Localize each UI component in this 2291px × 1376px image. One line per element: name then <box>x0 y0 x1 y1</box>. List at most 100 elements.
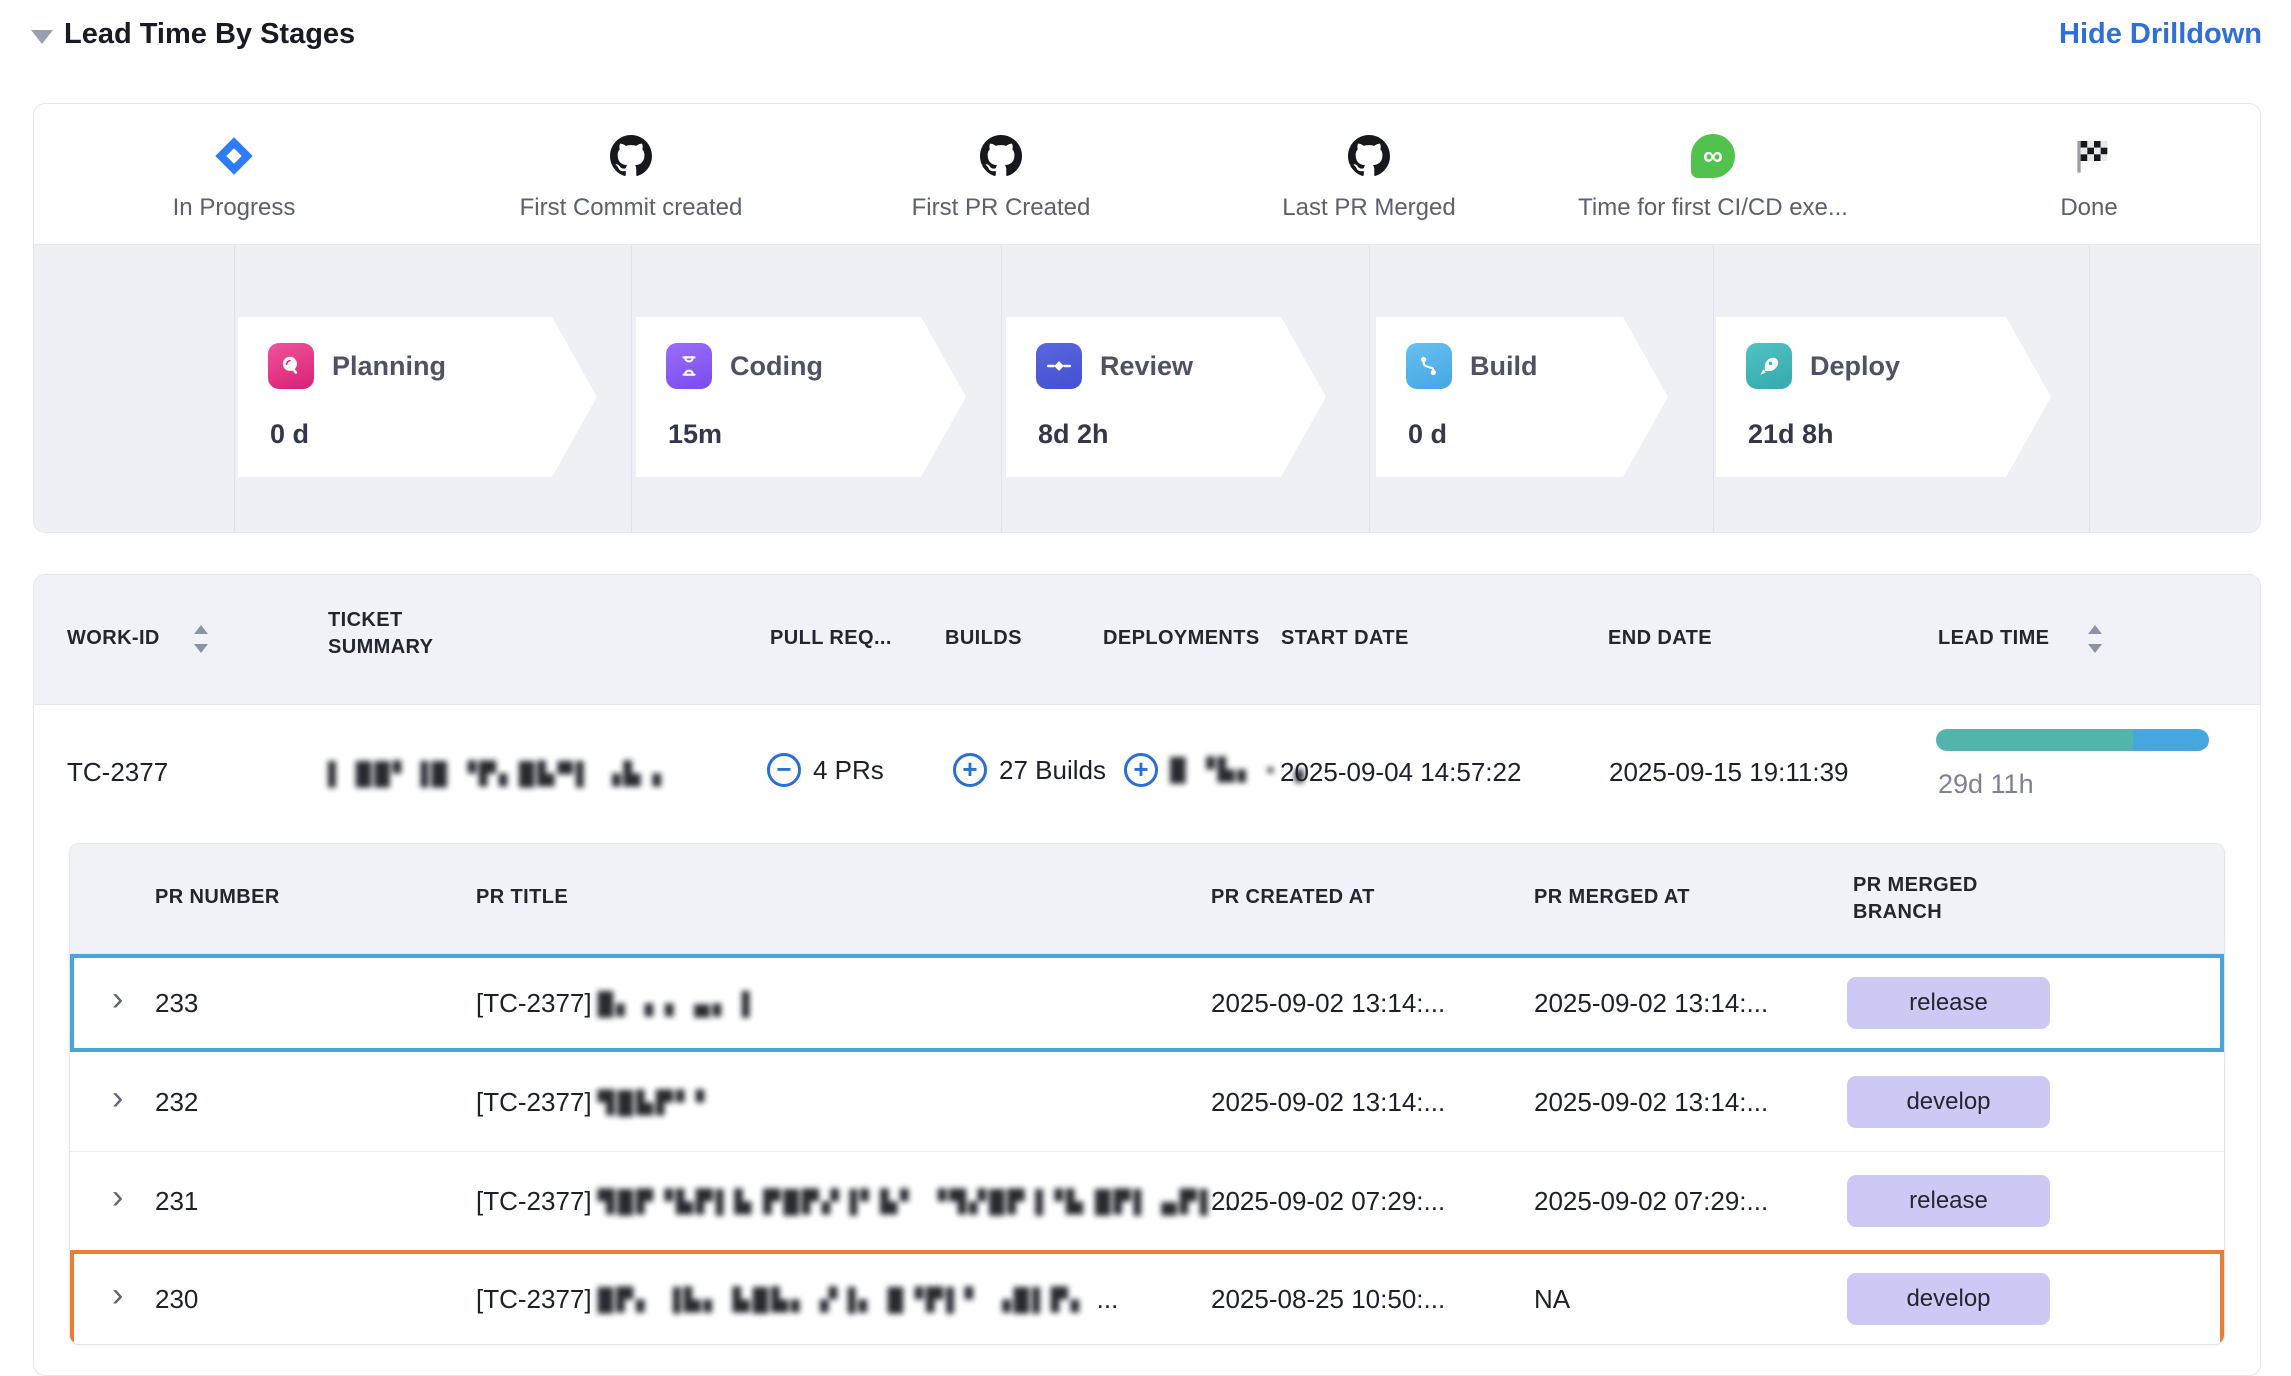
lead-time-bar-teal-segment <box>1936 729 2133 751</box>
chevron-right-icon[interactable] <box>112 982 123 1016</box>
pr-created-at: 2025-08-25 10:50:... <box>1211 1284 1445 1315</box>
pr-row-233[interactable]: 233 [TC-2377] █▖▗ ▖ ▄▖ ▌ 2025-09-02 13:1… <box>70 954 2224 1052</box>
pull-requests-count: 4 PRs <box>813 755 884 786</box>
pr-title-prefix: [TC-2377] <box>476 1087 592 1118</box>
pr-merged-at: NA <box>1534 1284 1570 1315</box>
sort-lead-time-button[interactable] <box>2086 625 2104 653</box>
pr-title-redacted: █▛▖ ▐▙▖ ▙█▙▖ ▞▐▖ █▝▛▌▘ ▗█▌▛▖ <box>598 1287 1091 1313</box>
pr-title: [TC-2377] ▜█▛▝▙▛▌▙ ▛█▛▞▐▘▙▘ ▝▜▞█▛▐▝▙ █▛▌… <box>476 1186 1246 1217</box>
stage-divider <box>631 245 632 532</box>
stage-name: Planning <box>332 351 446 382</box>
planning-icon <box>268 343 314 389</box>
pr-merged-at: 2025-09-02 13:14:... <box>1534 1087 1768 1118</box>
pipeline-icon <box>1406 343 1452 389</box>
branch-badge: release <box>1847 1175 2050 1227</box>
pr-title: [TC-2377] ▜█▙▛▘▘ <box>476 1087 722 1118</box>
jira-status-icon <box>54 132 414 180</box>
milestone-cicd: Time for first CI/CD exe... <box>1533 132 1893 222</box>
pr-merged-at: 2025-09-02 07:29:... <box>1534 1186 1768 1217</box>
chevron-right-icon[interactable] <box>112 1180 123 1214</box>
col-end-date: END DATE <box>1608 627 1712 650</box>
work-table-header: WORK-ID TICKET SUMMARY PULL REQ... BUILD… <box>34 575 2260 705</box>
github-icon <box>1189 132 1549 180</box>
end-date-value: 2025-09-15 19:11:39 <box>1609 757 1849 788</box>
lead-time-drilldown-page: Lead Time By Stages Hide Drilldown In Pr… <box>0 0 2291 1376</box>
chevron-right-icon[interactable] <box>112 1278 123 1312</box>
col-pr-title: PR TITLE <box>476 886 568 909</box>
github-icon <box>821 132 1181 180</box>
col-lead-time: LEAD TIME <box>1938 627 2049 650</box>
stage-card-coding: Coding 15m <box>636 317 966 477</box>
stage-name: Build <box>1470 351 1538 382</box>
lead-time-bar <box>1936 729 2209 751</box>
col-pr-merged-at: PR MERGED AT <box>1534 886 1690 909</box>
lead-time-bar-blue-segment <box>2133 729 2209 751</box>
pr-number: 232 <box>155 1087 198 1118</box>
stage-card-build: Build 0 d <box>1376 317 1668 477</box>
collapse-triangle-icon[interactable] <box>31 30 53 44</box>
milestone-first-pr: First PR Created <box>821 132 1181 222</box>
pr-title-redacted: ▜█▙▛▘▘ <box>598 1090 716 1116</box>
stage-band: Planning 0 d Coding 15m Revi <box>34 244 2260 532</box>
github-icon <box>451 132 811 180</box>
collapse-prs-button[interactable] <box>767 753 801 787</box>
milestone-done: Done <box>1909 132 2261 222</box>
milestone-label: Time for first CI/CD exe... <box>1533 194 1893 222</box>
pull-requests-cell: 4 PRs <box>767 753 884 787</box>
pr-row-230[interactable]: 230 [TC-2377] █▛▖ ▐▙▖ ▙█▙▖ ▞▐▖ █▝▛▌▘ ▗█▌… <box>70 1250 2224 1345</box>
stage-name: Coding <box>730 351 823 382</box>
milestone-label: First PR Created <box>821 194 1181 222</box>
expand-builds-button[interactable] <box>953 753 987 787</box>
stage-duration: 21d 8h <box>1748 419 1834 450</box>
col-pr-merged-branch: PR MERGED BRANCH <box>1853 872 1993 926</box>
stage-duration: 8d 2h <box>1038 419 1109 450</box>
stage-divider <box>2089 245 2090 532</box>
work-item-row[interactable]: TC-2377 ▌ ██▘▐█ ▝▛▖█▙▀▌ ▗▙ ▖ 4 PRs 27 Bu… <box>34 705 2260 823</box>
col-deployments: DEPLOYMENTS <box>1103 627 1260 650</box>
milestone-label: Done <box>1909 194 2261 222</box>
pr-number: 233 <box>155 988 198 1019</box>
chevron-right-icon[interactable] <box>112 1081 123 1115</box>
pr-row-231[interactable]: 231 [TC-2377] ▜█▛▝▙▛▌▙ ▛█▛▞▐▘▙▘ ▝▜▞█▛▐▝▙… <box>70 1152 2224 1250</box>
pr-created-at: 2025-09-02 13:14:... <box>1211 988 1445 1019</box>
page-title: Lead Time By Stages <box>64 18 355 51</box>
stage-duration: 15m <box>668 419 722 450</box>
pr-table: PR NUMBER PR TITLE PR CREATED AT PR MERG… <box>69 843 2225 1345</box>
branch-badge: develop <box>1847 1076 2050 1128</box>
pr-created-at: 2025-09-02 07:29:... <box>1211 1186 1445 1217</box>
col-start-date: START DATE <box>1281 627 1409 650</box>
pr-title-redacted: ▜█▛▝▙▛▌▙ ▛█▛▞▐▘▙▘ ▝▜▞█▛▐▝▙ █▛▌ ▄▛▌ <box>598 1189 1219 1215</box>
pr-table-header: PR NUMBER PR TITLE PR CREATED AT PR MERG… <box>70 844 2224 954</box>
col-pull-requests: PULL REQ... <box>770 627 892 650</box>
stage-card-deploy: Deploy 21d 8h <box>1716 317 2051 477</box>
builds-count: 27 Builds <box>999 755 1106 786</box>
milestone-label: In Progress <box>54 194 414 222</box>
checkered-flag-icon <box>1909 132 2261 180</box>
pr-title-prefix: [TC-2377] <box>476 1186 592 1217</box>
milestone-label: First Commit created <box>451 194 811 222</box>
milestone-label: Last PR Merged <box>1189 194 1549 222</box>
pr-title: [TC-2377] █▖▗ ▖ ▄▖ ▌ <box>476 988 766 1019</box>
pr-title-redacted: █▖▗ ▖ ▄▖ ▌ <box>598 991 761 1017</box>
pr-created-at: 2025-09-02 13:14:... <box>1211 1087 1445 1118</box>
milestone-last-pr-merged: Last PR Merged <box>1189 132 1549 222</box>
expand-deployments-button[interactable] <box>1124 753 1158 787</box>
col-ticket-summary: TICKET SUMMARY <box>328 607 458 661</box>
builds-cell: 27 Builds <box>953 753 1106 787</box>
pr-number: 230 <box>155 1284 198 1315</box>
lead-time-value: 29d 11h <box>1938 769 2034 800</box>
pr-title-prefix: [TC-2377] <box>476 988 592 1019</box>
pr-row-232[interactable]: 232 [TC-2377] ▜█▙▛▘▘ 2025-09-02 13:14:..… <box>70 1053 2224 1151</box>
milestone-in-progress: In Progress <box>54 132 414 222</box>
stage-divider <box>1369 245 1370 532</box>
work-id-value: TC-2377 <box>67 757 168 788</box>
rocket-icon <box>1746 343 1792 389</box>
stage-divider <box>1001 245 1002 532</box>
sort-work-id-button[interactable] <box>192 625 210 653</box>
stages-panel: In Progress First Commit created First P… <box>33 103 2261 533</box>
pr-merged-at: 2025-09-02 13:14:... <box>1534 988 1768 1019</box>
commit-icon <box>1036 343 1082 389</box>
branch-badge: develop <box>1847 1273 2050 1325</box>
hide-drilldown-link[interactable]: Hide Drilldown <box>2059 18 2262 51</box>
stage-divider <box>234 245 235 532</box>
